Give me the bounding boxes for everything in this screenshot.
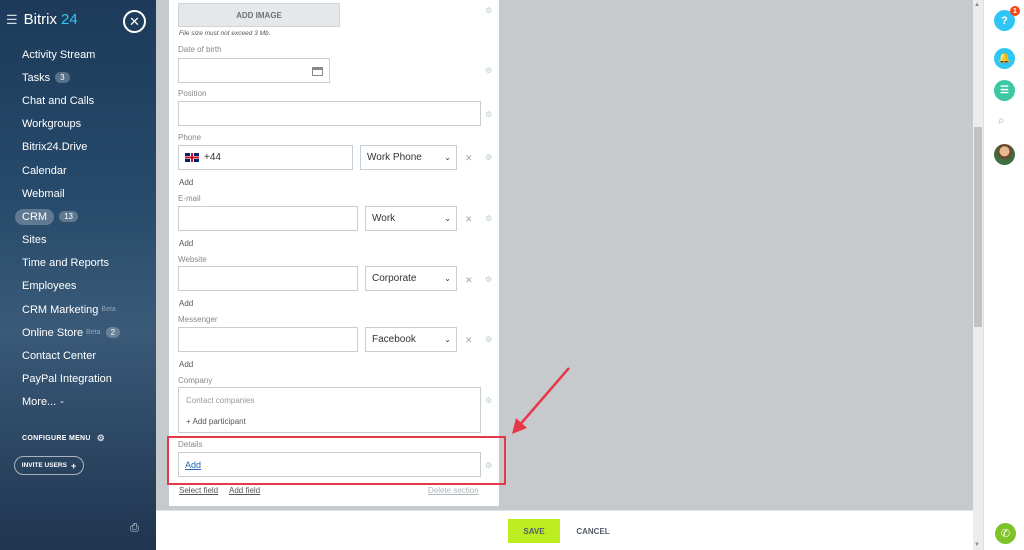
phone-input[interactable]: +44 — [178, 145, 353, 170]
gear-icon[interactable]: ⚙ — [485, 214, 492, 223]
add-participant-link[interactable]: + Add participant — [186, 417, 246, 426]
gear-icon[interactable]: ⚙ — [485, 6, 492, 15]
messenger-input[interactable] — [178, 327, 358, 352]
scrollbar-thumb[interactable] — [974, 127, 982, 327]
beta-label: Beta — [86, 329, 101, 337]
sidebar-item-crm[interactable]: CRM 13 — [0, 205, 156, 228]
sidebar-item-tasks[interactable]: Tasks 3 — [0, 66, 156, 89]
sidebar-item-webmail[interactable]: Webmail — [0, 182, 156, 205]
plus-icon: + — [70, 460, 77, 471]
email-type-select[interactable]: Work ⌄ — [365, 206, 457, 231]
gear-icon: ⚙ — [96, 433, 106, 443]
brand-number: 24 — [61, 11, 78, 28]
contact-edit-form: ADD IMAGE ⚙ File size must not exceed 3 … — [169, 0, 499, 506]
sidebar-item-workgroups[interactable]: Workgroups — [0, 113, 156, 136]
add-messenger-link[interactable]: Add — [179, 360, 193, 369]
website-input[interactable] — [178, 266, 358, 291]
sidebar-item-sites[interactable]: Sites — [0, 229, 156, 252]
chevron-down-icon: - — [60, 396, 64, 409]
select-field-link[interactable]: Select field — [179, 486, 218, 495]
company-field[interactable]: Contact companies + Add participant — [178, 387, 481, 433]
counter-badge: 3 — [55, 72, 70, 84]
brand-name: Bitrix — [23, 11, 57, 28]
sidebar-item-crm-marketing[interactable]: CRM Marketing Beta — [0, 298, 156, 321]
save-button[interactable]: SAVE — [508, 519, 560, 543]
search-icon[interactable]: ⌕ — [998, 113, 1005, 128]
close-icon[interactable]: ✕ — [123, 10, 146, 33]
position-input[interactable] — [178, 101, 481, 126]
gear-icon[interactable]: ⚙ — [485, 275, 492, 284]
sidebar-item-online-store[interactable]: Online Store Beta 2 — [0, 321, 156, 344]
hamburger-icon[interactable]: ☰ — [6, 12, 18, 28]
chat-icon[interactable]: ☰ — [994, 80, 1015, 101]
scrollbar[interactable]: ▲ ▼ — [973, 0, 983, 550]
form-footer: SAVE CANCEL — [156, 510, 973, 550]
company-label: Company — [178, 376, 213, 385]
messenger-label: Messenger — [178, 315, 218, 324]
uk-flag-icon[interactable] — [185, 152, 199, 162]
gear-icon[interactable]: ⚙ — [485, 110, 492, 119]
gear-icon[interactable]: ⚙ — [485, 66, 492, 75]
sidebar-item-activity-stream[interactable]: Activity Stream — [0, 43, 156, 66]
email-label: E-mail — [178, 194, 201, 203]
avatar[interactable] — [994, 144, 1015, 165]
sidebar: ☰ Bitrix 24 ✕ Activity Stream Tasks 3 Chat… — [0, 0, 156, 550]
sidebar-item-chat[interactable]: Chat and Calls — [0, 89, 156, 112]
bell-icon[interactable]: 🔔 — [994, 48, 1015, 69]
gear-icon[interactable]: ⚙ — [485, 335, 492, 344]
sidebar-menu: Activity Stream Tasks 3 Chat and Calls Wo… — [0, 43, 156, 414]
chevron-down-icon: ⌄ — [444, 335, 451, 344]
brand[interactable]: ☰ Bitrix 24 — [6, 11, 78, 28]
sidebar-item-paypal[interactable]: PayPal Integration — [0, 368, 156, 391]
remove-email-icon[interactable]: ✕ — [465, 214, 473, 225]
company-placeholder: Contact companies — [186, 396, 255, 405]
chevron-down-icon: ⌄ — [444, 274, 451, 283]
add-field-link[interactable]: Add field — [229, 486, 260, 495]
right-panel: ? 1 🔔 ☰ ⌕ ✆ — [983, 0, 1024, 550]
remove-website-icon[interactable]: ✕ — [465, 275, 473, 286]
phone-label: Phone — [178, 133, 202, 142]
sidebar-item-contact-center[interactable]: Contact Center — [0, 344, 156, 367]
chevron-down-icon: ⌄ — [444, 214, 451, 223]
printer-icon[interactable]: ⎙ — [130, 522, 139, 535]
phone-type-select[interactable]: Work Phone ⌄ — [360, 145, 457, 170]
dob-label: Date of birth — [178, 45, 222, 54]
sidebar-item-time-reports[interactable]: Time and Reports — [0, 252, 156, 275]
beta-label: Beta — [101, 306, 116, 314]
dob-input[interactable] — [178, 58, 330, 83]
cancel-button[interactable]: CANCEL — [570, 519, 616, 543]
position-label: Position — [178, 89, 207, 98]
email-input[interactable] — [178, 206, 358, 231]
calendar-icon[interactable] — [312, 67, 323, 76]
gear-icon[interactable]: ⚙ — [485, 153, 492, 162]
remove-phone-icon[interactable]: ✕ — [465, 153, 473, 164]
invite-users-button[interactable]: INVITE USERS + — [14, 456, 84, 475]
website-label: Website — [178, 255, 207, 264]
annotation-highlight-box — [167, 436, 506, 485]
add-email-link[interactable]: Add — [179, 239, 193, 248]
messenger-type-select[interactable]: Facebook ⌄ — [365, 327, 457, 352]
add-website-link[interactable]: Add — [179, 299, 193, 308]
counter-badge: 2 — [105, 327, 121, 339]
scroll-down-icon[interactable]: ▼ — [974, 542, 980, 548]
add-phone-link[interactable]: Add — [179, 178, 193, 187]
delete-section-link[interactable]: Delete section — [428, 486, 479, 495]
notification-badge: 1 — [1010, 6, 1020, 16]
sidebar-item-drive[interactable]: Bitrix24.Drive — [0, 136, 156, 159]
help-icon[interactable]: ? 1 — [994, 6, 1020, 31]
add-image-button[interactable]: ADD IMAGE — [178, 3, 340, 27]
sidebar-item-employees[interactable]: Employees — [0, 275, 156, 298]
phone-icon[interactable]: ✆ — [995, 523, 1016, 544]
sidebar-item-more[interactable]: More... - — [0, 391, 156, 414]
configure-menu-button[interactable]: CONFIGURE MENU ⚙ — [22, 433, 105, 444]
scroll-up-icon[interactable]: ▲ — [974, 2, 980, 8]
counter-badge: 13 — [59, 211, 78, 223]
remove-messenger-icon[interactable]: ✕ — [465, 335, 473, 346]
website-type-select[interactable]: Corporate ⌄ — [365, 266, 457, 291]
chevron-down-icon: ⌄ — [444, 153, 451, 162]
sidebar-item-calendar[interactable]: Calendar — [0, 159, 156, 182]
gear-icon[interactable]: ⚙ — [485, 396, 492, 405]
file-size-note: File size must not exceed 3 Mb. — [179, 30, 271, 37]
